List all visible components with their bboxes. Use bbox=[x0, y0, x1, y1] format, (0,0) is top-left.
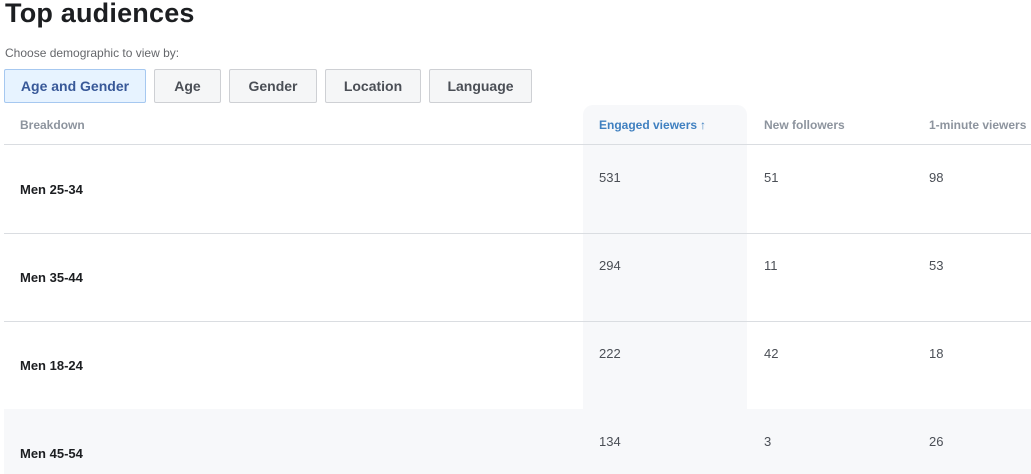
filter-language-button[interactable]: Language bbox=[429, 69, 532, 103]
filter-age-and-gender-button[interactable]: Age and Gender bbox=[4, 69, 146, 103]
one-minute-viewers-cell: 98 bbox=[929, 170, 944, 185]
breakdown-cell: Men 45-54 bbox=[20, 446, 83, 461]
breakdown-cell: Men 25-34 bbox=[20, 182, 83, 197]
demographic-filter-group: Age and Gender Age Gender Location Langu… bbox=[4, 69, 532, 103]
breakdown-cell: Men 18-24 bbox=[20, 358, 83, 373]
one-minute-viewers-cell: 26 bbox=[929, 434, 944, 449]
table-row: Men 35-44 294 11 53 bbox=[4, 233, 1031, 322]
column-header-engaged-viewers[interactable]: Engaged viewers ↑ bbox=[599, 118, 706, 132]
column-header-breakdown: Breakdown bbox=[20, 118, 85, 132]
breakdown-cell: Men 35-44 bbox=[20, 270, 83, 285]
new-followers-cell: 3 bbox=[764, 434, 772, 449]
table-row: Men 45-54 134 3 26 bbox=[4, 409, 1031, 474]
column-header-one-minute-viewers[interactable]: 1-minute viewers bbox=[929, 118, 1026, 132]
new-followers-cell: 51 bbox=[764, 170, 779, 185]
one-minute-viewers-cell: 53 bbox=[929, 258, 944, 273]
page-title: Top audiences bbox=[5, 0, 195, 28]
column-header-new-followers[interactable]: New followers bbox=[764, 118, 845, 132]
engaged-viewers-cell: 222 bbox=[599, 346, 621, 361]
demographic-prompt: Choose demographic to view by: bbox=[5, 46, 180, 60]
audience-table: Breakdown Engaged viewers ↑ New followers… bbox=[4, 105, 1031, 474]
filter-gender-button[interactable]: Gender bbox=[229, 69, 317, 103]
table-row: Men 25-34 531 51 98 bbox=[4, 145, 1031, 234]
filter-age-button[interactable]: Age bbox=[154, 69, 221, 103]
top-audiences-panel: Top audiences Choose demographic to view… bbox=[0, 0, 1031, 474]
new-followers-cell: 11 bbox=[764, 258, 778, 273]
sort-ascending-icon: ↑ bbox=[700, 118, 707, 132]
filter-location-button[interactable]: Location bbox=[325, 69, 421, 103]
engaged-viewers-label: Engaged viewers bbox=[599, 118, 698, 132]
engaged-viewers-cell: 134 bbox=[599, 434, 621, 449]
engaged-viewers-cell: 294 bbox=[599, 258, 621, 273]
new-followers-cell: 42 bbox=[764, 346, 779, 361]
table-header-row: Breakdown Engaged viewers ↑ New followers… bbox=[4, 105, 1031, 145]
table-row: Men 18-24 222 42 18 bbox=[4, 321, 1031, 410]
engaged-viewers-cell: 531 bbox=[599, 170, 621, 185]
one-minute-viewers-cell: 18 bbox=[929, 346, 944, 361]
